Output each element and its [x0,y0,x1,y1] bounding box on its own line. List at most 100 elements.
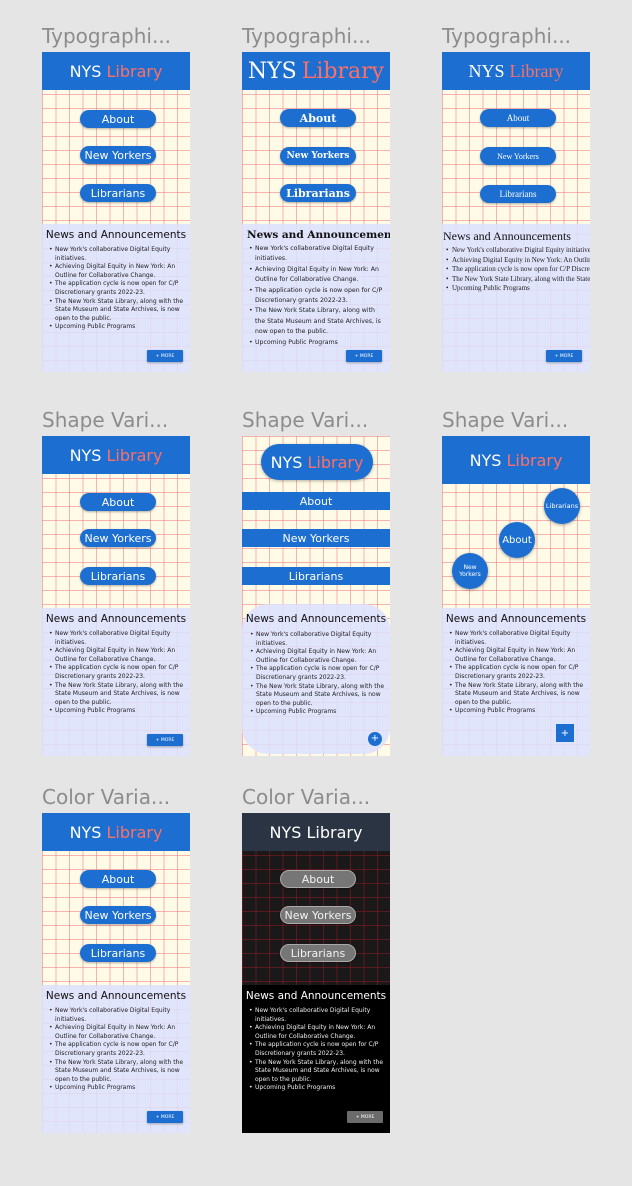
news-title: News and Announcements [445,613,587,625]
more-button[interactable]: + MORE [147,1111,183,1123]
new-yorkers-button[interactable]: New Yorkers [80,529,156,547]
frame-shape-2[interactable]: NYS Library About New Yorkers Librarians … [242,436,390,756]
news-item[interactable]: The New York State Library, along with t… [249,1059,387,1085]
news-item[interactable]: Upcoming Public Programs [250,708,388,717]
about-button[interactable]: About [80,870,156,888]
news-section: News and Announcements New York's collab… [42,224,190,372]
news-item[interactable]: Upcoming Public Programs [49,323,187,332]
news-item[interactable]: Achieving Digital Equity in New York: An… [250,648,388,665]
news-item[interactable]: New York's collaborative Digital Equity … [49,1007,187,1024]
new-yorkers-button[interactable]: New Yorkers [242,529,390,547]
news-item[interactable]: New York's collaborative Digital Equity … [49,246,187,263]
frame-typography-1[interactable]: NYS Library About New Yorkers Librarians … [42,52,190,372]
news-item[interactable]: New York's collaborative Digital Equity … [446,246,590,256]
news-item[interactable]: Upcoming Public Programs [49,1084,187,1093]
news-item[interactable]: Achieving Digital Equity in New York: An… [449,647,587,664]
news-item[interactable]: New York's collaborative Digital Equity … [49,630,187,647]
news-item[interactable]: The application cycle is now open for C/… [49,280,187,297]
new-yorkers-button[interactable]: New Yorkers [280,906,356,924]
news-item[interactable]: The New York State Library, along with t… [446,275,590,285]
news-item[interactable]: New York's collaborative Digital Equity … [250,631,388,648]
about-button[interactable]: About [80,110,156,128]
news-item[interactable]: The New York State Library, along with t… [250,683,388,709]
news-item[interactable]: The New York State Library, along with t… [49,1059,187,1085]
frame-typography-2[interactable]: NYS Library About New Yorkers Librarians … [242,52,390,372]
news-item[interactable]: New York's collaborative Digital Equity … [449,630,587,647]
news-item[interactable]: Upcoming Public Programs [49,707,187,716]
about-button[interactable]: About [280,870,356,888]
news-item[interactable]: New York's collaborative Digital Equity … [249,1007,387,1024]
new-yorkers-button[interactable]: New Yorkers [280,147,356,165]
news-list: New York's collaborative Digital Equity … [249,1007,387,1093]
new-yorkers-button[interactable]: New Yorkers [80,146,156,164]
more-button[interactable]: + MORE [147,350,183,362]
news-item[interactable]: Achieving Digital Equity in New York: An… [49,647,187,664]
news-item[interactable]: The New York State Library, along with t… [49,682,187,708]
news-item[interactable]: The New York State Library, along with t… [249,306,387,337]
frame-title-shape-1: Shape Vari... [42,408,169,432]
frame-title-color-2: Color Varia... [242,785,371,809]
news-item[interactable]: Upcoming Public Programs [249,1084,387,1093]
brand-nys: NYS [69,822,102,842]
news-title: News and Announcements [245,613,387,625]
librarians-button[interactable]: Librarians [80,184,156,202]
news-item[interactable]: Upcoming Public Programs [449,707,587,716]
new-yorkers-button[interactable]: New Yorkers [80,906,156,924]
news-item[interactable]: Upcoming Public Programs [446,284,590,294]
frame-color-1[interactable]: NYS Library About New Yorkers Librarians … [42,813,190,1133]
frame-shape-3[interactable]: NYS Library Librarians About New Yorkers … [442,436,590,756]
news-item[interactable]: Achieving Digital Equity in New York: An… [249,265,387,286]
more-button[interactable]: + MORE [347,1111,383,1123]
news-list: New York's collaborative Digital Equity … [249,244,387,348]
news-item[interactable]: The application cycle is now open for C/… [250,665,388,682]
news-item[interactable]: The application cycle is now open for C/… [249,1041,387,1058]
frame-typography-3[interactable]: NYS Library About New Yorkers Librarians … [442,52,590,372]
news-item[interactable]: New York's collaborative Digital Equity … [249,244,387,265]
librarians-button[interactable]: Librarians [80,567,156,585]
news-item[interactable]: Achieving Digital Equity in New York: An… [446,256,590,266]
more-plus-button[interactable]: + [368,732,382,746]
more-button[interactable]: + MORE [346,350,382,362]
about-button[interactable]: About [480,109,556,127]
news-section: News and Announcements New York's collab… [442,608,590,756]
more-plus-button[interactable]: + [556,724,574,742]
app-header: NYS Library [42,813,190,851]
frame-title-color-1: Color Varia... [42,785,171,809]
about-button[interactable]: About [499,522,535,558]
news-item[interactable]: Upcoming Public Programs [249,338,387,349]
about-button[interactable]: About [280,109,356,127]
about-button[interactable]: About [242,492,390,510]
news-item[interactable]: Achieving Digital Equity in New York: An… [49,263,187,280]
librarians-button[interactable]: Librarians [280,184,356,202]
news-item[interactable]: The New York State Library, along with t… [49,298,187,324]
news-item[interactable]: The New York State Library, along with t… [449,682,587,708]
frame-color-2[interactable]: NYS Library About New Yorkers Librarians… [242,813,390,1133]
news-item[interactable]: The application cycle is now open for C/… [449,664,587,681]
news-item[interactable]: The application cycle is now open for C/… [446,265,590,275]
news-item[interactable]: Achieving Digital Equity in New York: An… [49,1024,187,1041]
about-button[interactable]: About [80,493,156,511]
news-item-text: The application cycle is now open for C/… [452,265,590,274]
frame-title-typography-3: Typographi... [442,24,572,48]
news-list: New York's collaborative Digital Equity … [446,246,590,294]
librarians-button[interactable]: Librarians [280,944,356,962]
news-section: News and Announcements New York's collab… [242,224,390,372]
librarians-button[interactable]: Librarians [242,567,390,585]
brand-library: Library [106,822,163,842]
librarians-button[interactable]: Librarians [544,488,580,524]
librarians-button[interactable]: Librarians [80,944,156,962]
news-item[interactable]: The application cycle is now open for C/… [249,286,387,307]
news-title: News and Announcements [443,229,571,243]
news-item[interactable]: The application cycle is now open for C/… [49,664,187,681]
new-yorkers-button[interactable]: New Yorkers [480,147,556,165]
news-item[interactable]: The application cycle is now open for C/… [49,1041,187,1058]
news-section: News and Announcements New York's collab… [42,985,190,1133]
more-button[interactable]: + MORE [147,734,183,746]
brand-library: Library [301,58,385,84]
frame-shape-1[interactable]: NYS Library About New Yorkers Librarians … [42,436,190,756]
librarians-button[interactable]: Librarians [480,185,556,203]
brand-nys: NYS [469,450,502,470]
news-item[interactable]: Achieving Digital Equity in New York: An… [249,1024,387,1041]
new-yorkers-button[interactable]: New Yorkers [452,553,488,589]
more-button[interactable]: + MORE [546,350,582,362]
